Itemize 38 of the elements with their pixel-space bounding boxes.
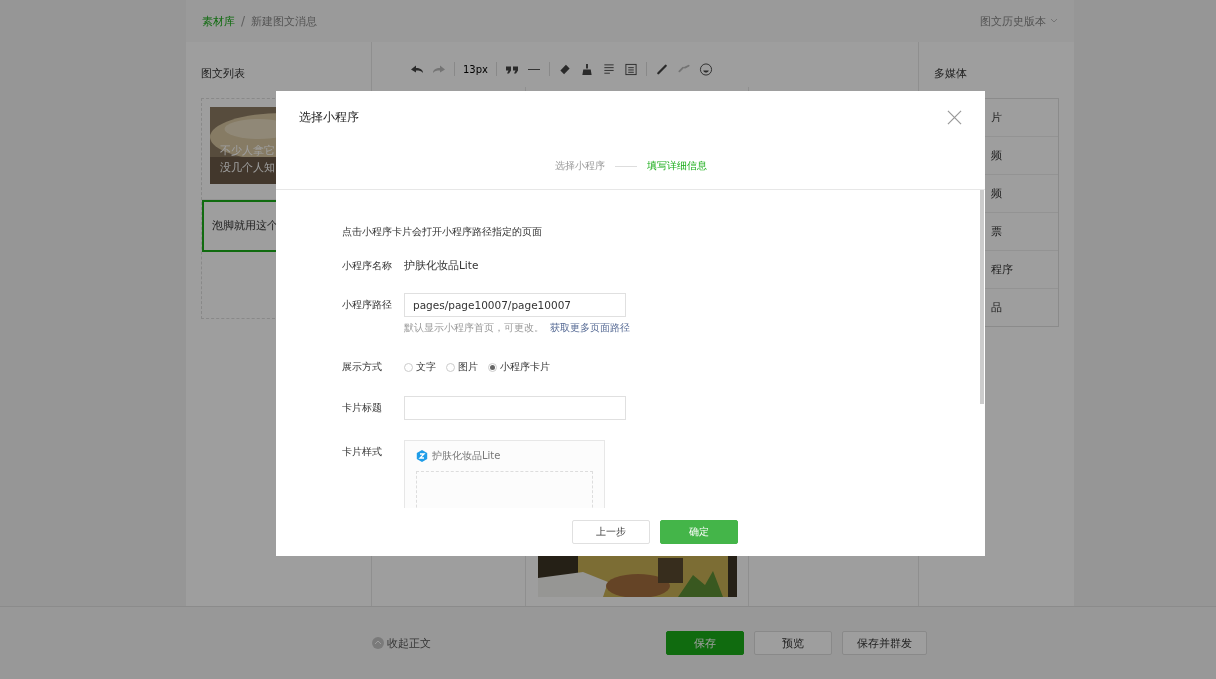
instruction-text: 点击小程序卡片会打开小程序路径指定的页面 bbox=[342, 225, 543, 239]
path-link[interactable]: 获取更多页面路径 bbox=[550, 321, 630, 335]
app-logo-icon bbox=[416, 450, 428, 462]
chevron-down-icon bbox=[1050, 18, 1058, 24]
card-app-name: 护肤化妆品Lite bbox=[432, 449, 501, 463]
hint-text: 默认显示小程序首页，可更改。 bbox=[404, 321, 544, 335]
card-title-input[interactable] bbox=[404, 396, 626, 420]
field-label: 卡片标题 bbox=[342, 401, 383, 415]
eraser-icon[interactable] bbox=[558, 62, 572, 76]
path-input[interactable]: pages/page10007/page10007 bbox=[404, 293, 626, 317]
radio-option[interactable]: 文字 bbox=[404, 360, 436, 374]
step-label: 填写详细信息 bbox=[646, 159, 707, 173]
panel-title: 多媒体 bbox=[934, 66, 968, 81]
field-label: 小程序路径 bbox=[342, 298, 393, 312]
brush-icon[interactable] bbox=[580, 62, 594, 76]
link-icon[interactable] bbox=[655, 62, 669, 76]
emoji-icon[interactable] bbox=[699, 62, 713, 76]
breadcrumb-separator: / bbox=[241, 14, 246, 28]
footer-button[interactable]: 预览 bbox=[754, 631, 832, 655]
radio-option[interactable]: 小程序卡片 bbox=[488, 360, 550, 374]
field-label: 展示方式 bbox=[342, 360, 383, 374]
article-title: 没几个人知 bbox=[220, 160, 275, 175]
collapse-link[interactable]: 收起正文 bbox=[387, 635, 431, 651]
dialog-button[interactable]: 上一步 bbox=[571, 520, 650, 544]
align-icon[interactable] bbox=[602, 62, 616, 76]
field-label: 卡片样式 bbox=[342, 445, 383, 459]
radio-option[interactable]: 图片 bbox=[446, 360, 478, 374]
app-name: 护肤化妆品Lite bbox=[404, 259, 479, 273]
panel-title: 图文列表 bbox=[201, 66, 246, 81]
close-icon[interactable] bbox=[947, 110, 962, 125]
dialog-title: 选择小程序 bbox=[299, 109, 359, 126]
font-size-dropdown[interactable]: 13px bbox=[463, 63, 488, 75]
scrollbar[interactable] bbox=[980, 190, 984, 404]
footer-button[interactable]: 保存并群发 bbox=[842, 631, 927, 655]
breadcrumb-current: 新建图文消息 bbox=[251, 13, 318, 29]
field-label: 小程序名称 bbox=[342, 259, 393, 273]
step-label: 选择小程序 bbox=[554, 159, 605, 173]
align-icon[interactable] bbox=[624, 62, 638, 76]
